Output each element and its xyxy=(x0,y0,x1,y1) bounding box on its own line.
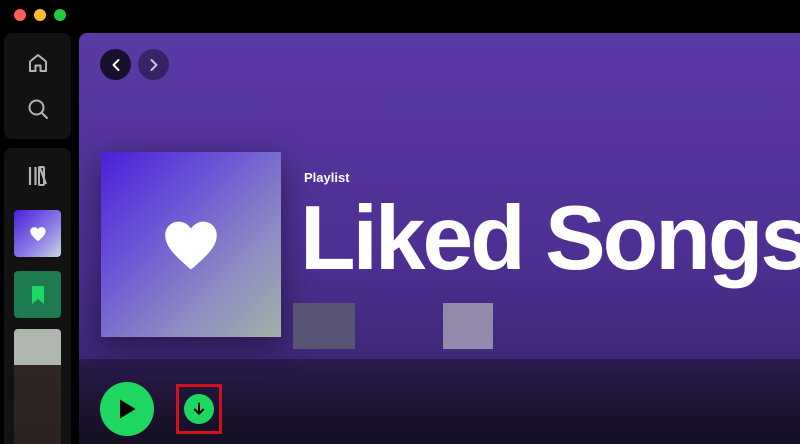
library-panel xyxy=(4,148,71,444)
library-icon xyxy=(28,166,48,186)
go-back-button[interactable] xyxy=(100,49,131,80)
go-forward-button[interactable] xyxy=(138,49,169,80)
window-minimize-button[interactable] xyxy=(34,9,46,21)
action-bar xyxy=(79,359,800,444)
search-icon xyxy=(28,99,48,119)
library-item-album-cover[interactable] xyxy=(14,329,61,444)
chevron-left-icon xyxy=(112,58,119,71)
play-icon xyxy=(120,399,136,419)
heart-icon xyxy=(165,221,217,270)
window-close-button[interactable] xyxy=(14,9,26,21)
bookmark-icon xyxy=(31,285,44,304)
your-library-button[interactable] xyxy=(23,161,53,191)
placeholder-thumbnail xyxy=(293,303,355,349)
download-button[interactable] xyxy=(184,394,214,424)
library-item-your-episodes[interactable] xyxy=(14,271,61,318)
playlist-type-label: Playlist xyxy=(304,170,350,185)
placeholder-thumbnail xyxy=(443,303,493,349)
page-title: Liked Songs xyxy=(300,188,800,289)
chevron-right-icon xyxy=(150,58,157,71)
download-icon xyxy=(193,402,205,415)
heart-icon xyxy=(29,226,46,241)
nav-panel xyxy=(4,33,71,139)
home-button[interactable] xyxy=(23,48,53,78)
playlist-cover xyxy=(101,152,281,337)
play-button[interactable] xyxy=(100,382,154,436)
window-zoom-button[interactable] xyxy=(54,9,66,21)
home-icon xyxy=(29,54,47,72)
playlist-view: Playlist Liked Songs xyxy=(79,33,800,444)
search-button[interactable] xyxy=(23,94,53,124)
library-item-liked-songs[interactable] xyxy=(14,210,61,257)
window-titlebar xyxy=(0,0,800,30)
